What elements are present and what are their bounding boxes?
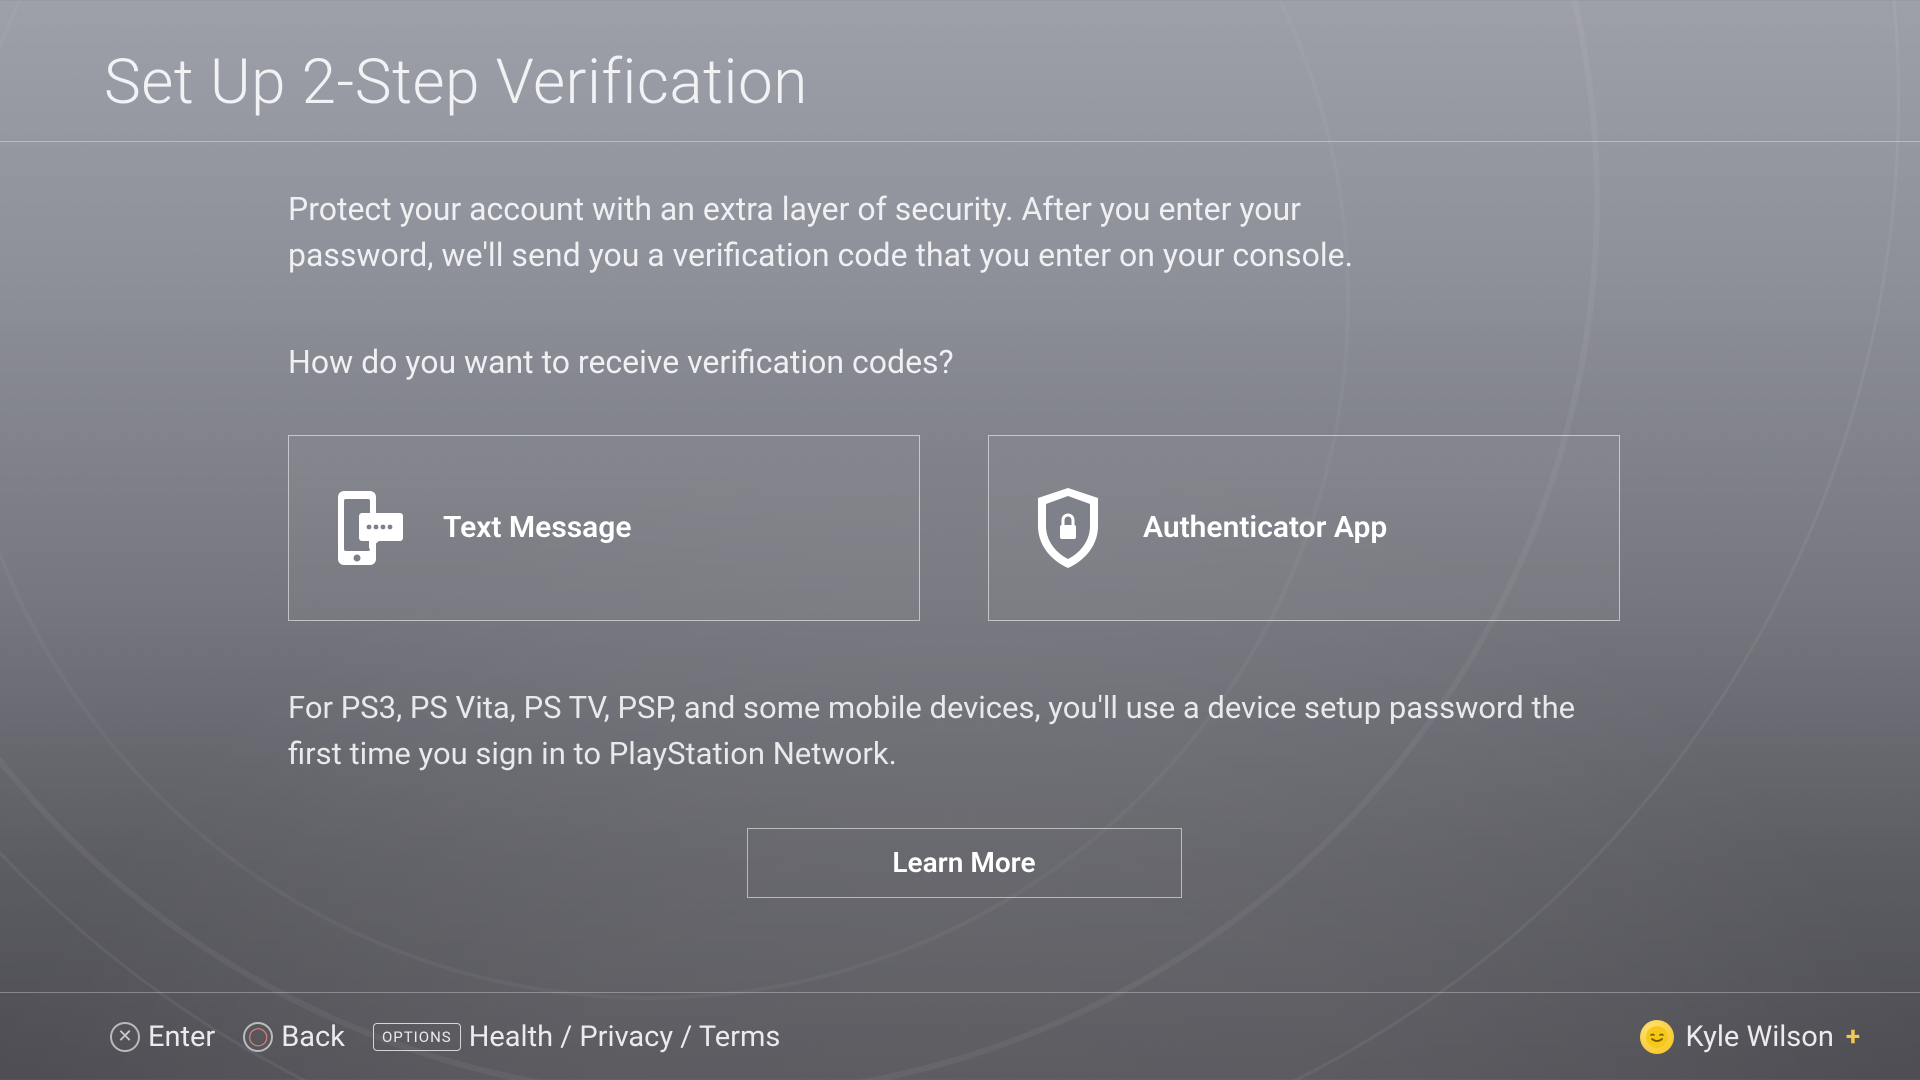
learn-more-label: Learn More [892, 846, 1035, 879]
verification-options: Text Message Authenticator App [288, 435, 1640, 621]
hint-back-label: Back [281, 1020, 345, 1054]
device-note: For PS3, PS Vita, PS TV, PSP, and some m… [288, 685, 1618, 778]
option-authenticator-app[interactable]: Authenticator App [988, 435, 1620, 621]
footer-bar: ✕ Enter ◯ Back OPTIONS Health / Privacy … [0, 992, 1920, 1080]
page-header: Set Up 2-Step Verification [0, 0, 1920, 142]
shield-lock-icon [1025, 484, 1111, 572]
hint-back: ◯ Back [243, 1020, 345, 1054]
hint-options: OPTIONS Health / Privacy / Terms [373, 1020, 780, 1054]
cross-icon: ✕ [110, 1022, 140, 1052]
learn-more-button[interactable]: Learn More [747, 828, 1182, 898]
hint-enter-label: Enter [148, 1020, 215, 1054]
question-text: How do you want to receive verification … [288, 343, 1640, 381]
avatar-icon [1640, 1020, 1674, 1054]
page-title: Set Up 2-Step Verification [104, 46, 1920, 119]
ps-plus-icon: + [1846, 1022, 1860, 1052]
option-text-message[interactable]: Text Message [288, 435, 920, 621]
option-label: Authenticator App [1143, 510, 1387, 545]
intro-text: Protect your account with an extra layer… [288, 186, 1388, 279]
circle-icon: ◯ [243, 1022, 273, 1052]
options-pill-icon: OPTIONS [373, 1023, 461, 1051]
user-name: Kyle Wilson [1686, 1020, 1834, 1054]
option-label: Text Message [443, 510, 632, 545]
phone-sms-icon [325, 487, 411, 569]
hint-legal-label: Health / Privacy / Terms [469, 1020, 781, 1054]
hint-enter: ✕ Enter [110, 1020, 215, 1054]
user-chip[interactable]: Kyle Wilson + [1640, 1020, 1861, 1054]
main-content: Protect your account with an extra layer… [0, 142, 1920, 992]
